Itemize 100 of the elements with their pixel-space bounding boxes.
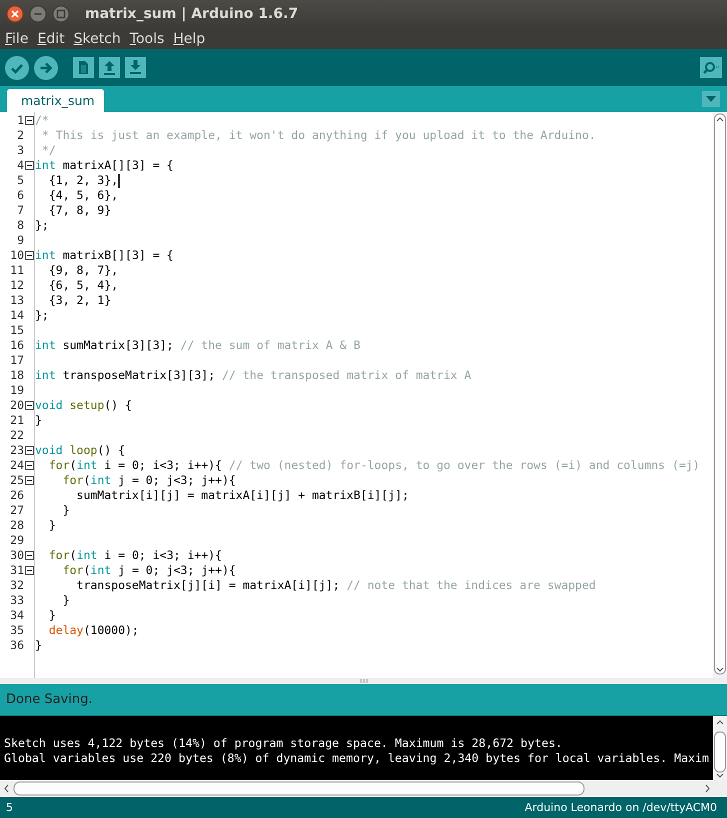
line-number: 8 — [16, 218, 24, 233]
line-number: 28 — [9, 518, 24, 533]
line-number: 17 — [9, 353, 24, 368]
maximize-icon[interactable] — [52, 5, 70, 23]
collapse-icon[interactable] — [25, 566, 34, 575]
code-line: for(int i = 0; i<3; i++){ — [48, 548, 222, 563]
horizontal-scrollbar[interactable] — [0, 780, 727, 797]
code-line: } — [48, 608, 56, 623]
line-number: 3 — [16, 143, 24, 158]
line-number: 14 — [9, 308, 24, 323]
collapse-icon[interactable] — [25, 251, 34, 260]
line-number: 18 — [9, 368, 24, 383]
code-line: } — [62, 503, 70, 518]
code-line: int matrixA[][3] = { — [35, 158, 174, 173]
code-line: void setup() { — [35, 398, 132, 413]
code-line: for(int j = 0; j<3; j++){ — [62, 563, 236, 578]
line-number: 2 — [16, 128, 24, 143]
minimize-icon[interactable] — [29, 5, 47, 23]
file-tab[interactable]: matrix_sum — [7, 89, 104, 112]
code-line: } — [62, 593, 70, 608]
line-number: 24 — [9, 458, 24, 473]
code-line: int transposeMatrix[3][3]; // the transposed matrix of matrix A — [35, 368, 472, 383]
menu-item[interactable]: Tools — [128, 30, 172, 46]
line-number: 34 — [9, 608, 24, 623]
collapse-icon[interactable] — [25, 401, 34, 410]
vertical-scrollbar[interactable] — [713, 716, 727, 780]
board-port-label: Arduino Leonardo on /dev/ttyACM0 — [524, 801, 717, 814]
menu-item[interactable]: Edit — [36, 30, 73, 46]
code-line: {6, 5, 4}, — [48, 278, 118, 293]
code-line: {7, 8, 9} — [48, 203, 112, 218]
code-line: delay(10000); — [48, 623, 139, 638]
vertical-scrollbar[interactable] — [713, 112, 727, 678]
line-number: 1 — [16, 113, 24, 128]
code-line: }; — [35, 308, 49, 323]
line-number: 13 — [9, 293, 24, 308]
console-line: Global variables use 220 bytes (8%) of dynamic memory, leaving 2,340 bytes for local variables. Maxim — [4, 751, 709, 766]
code-line: void loop() { — [35, 443, 126, 458]
code-line: transposeMatrix[j][i] = matrixA[i][j]; // note that the indices are swapped — [76, 578, 596, 593]
save-button[interactable] — [125, 57, 146, 78]
line-number: 12 — [9, 278, 24, 293]
window-title: matrix_sum | Arduino 1.6.7 — [85, 6, 298, 22]
code-line: } — [48, 518, 56, 533]
collapse-icon[interactable] — [25, 116, 34, 125]
code-line: } — [35, 638, 42, 653]
line-number: 31 — [9, 563, 24, 578]
splitter-handle-icon[interactable] — [360, 679, 368, 683]
menu-item[interactable]: File — [4, 30, 36, 46]
code-line: for(int i = 0; i<3; i++){ // two (nested) for-loops, to go over the rows (=i) and columns (=j) — [48, 458, 700, 473]
code-line: {4, 5, 6}, — [48, 188, 118, 203]
verify-button[interactable] — [5, 56, 29, 80]
line-number: 19 — [9, 383, 24, 398]
line-number: 4 — [16, 158, 24, 173]
collapse-icon[interactable] — [25, 161, 34, 170]
status-message: Done Saving. — [0, 684, 727, 716]
line-number: 6 — [16, 188, 24, 203]
serial-monitor-button[interactable] — [700, 57, 722, 78]
code-line: {9, 8, 7}, — [48, 263, 118, 278]
collapse-icon[interactable] — [25, 461, 34, 470]
line-number: 7 — [16, 203, 24, 218]
line-number-indicator: 5 — [6, 801, 13, 814]
upload-button[interactable] — [34, 56, 58, 80]
line-number: 35 — [9, 623, 24, 638]
line-number: 23 — [9, 443, 24, 458]
code-line: }; — [35, 218, 49, 233]
line-number: 10 — [9, 248, 24, 263]
line-number: 11 — [9, 263, 24, 278]
line-number: 27 — [9, 503, 24, 518]
open-button[interactable] — [99, 57, 120, 78]
code-line: /* — [35, 113, 49, 128]
code-line: sumMatrix[i][j] = matrixA[i][j] + matrixB[i][j]; — [76, 488, 409, 503]
code-line: } — [35, 413, 42, 428]
line-number: 15 — [9, 323, 24, 338]
line-number: 30 — [9, 548, 24, 563]
line-number: 26 — [9, 488, 24, 503]
line-number: 32 — [9, 578, 24, 593]
code-line: for(int j = 0; j<3; j++){ — [62, 473, 236, 488]
code-line: {1, 2, 3}, — [48, 173, 118, 188]
menu-item[interactable]: Sketch — [72, 30, 129, 46]
line-number: 25 — [9, 473, 24, 488]
line-number: 21 — [9, 413, 24, 428]
line-number: 9 — [16, 233, 24, 248]
line-number: 33 — [9, 593, 24, 608]
line-number: 29 — [9, 533, 24, 548]
line-number: 20 — [9, 398, 24, 413]
code-line: {3, 2, 1} — [48, 293, 112, 308]
line-number: 36 — [9, 638, 24, 653]
tab-menu-button[interactable] — [702, 91, 720, 107]
menu-item[interactable]: Help — [172, 30, 214, 46]
code-line: * This is just an example, it won't do anything if you upload it to the Arduino. — [40, 128, 596, 143]
code-line: int matrixB[][3] = { — [35, 248, 174, 263]
collapse-icon[interactable] — [25, 476, 34, 485]
code-line: int sumMatrix[3][3]; // the sum of matrix A & B — [35, 338, 360, 353]
console-line: Sketch uses 4,122 bytes (14%) of program storage space. Maximum is 28,672 bytes. — [4, 736, 562, 751]
collapse-icon[interactable] — [25, 551, 34, 560]
line-number: 5 — [16, 173, 24, 188]
new-file-button[interactable] — [73, 57, 94, 78]
close-icon[interactable] — [6, 5, 24, 23]
code-line: */ — [40, 143, 56, 158]
line-number: 16 — [9, 338, 24, 353]
collapse-icon[interactable] — [25, 446, 34, 455]
